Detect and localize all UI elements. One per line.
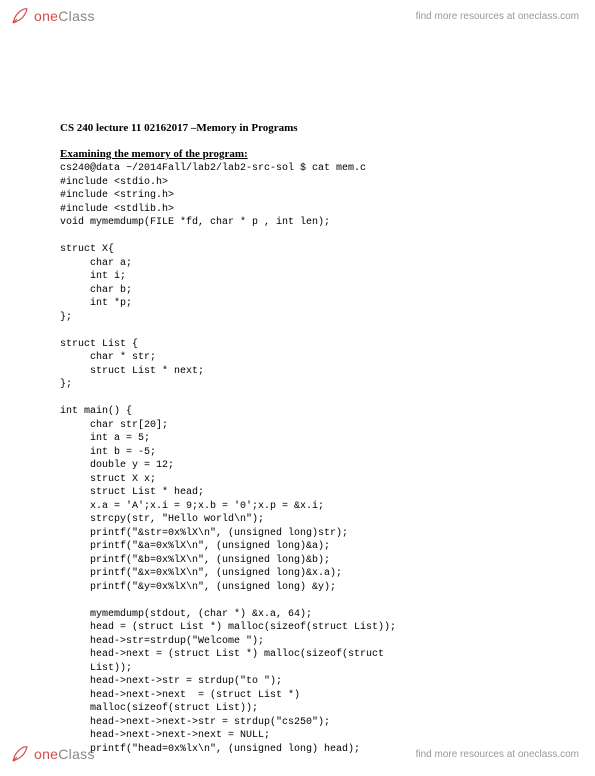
header-tagline-link[interactable]: find more resources at oneclass.com	[416, 11, 579, 22]
header: oneClass find more resources at oneclass…	[0, 0, 595, 32]
footer-tagline-link[interactable]: find more resources at oneclass.com	[416, 749, 579, 760]
doc-title: CS 240 lecture 11 02162017 –Memory in Pr…	[60, 122, 535, 134]
feather-icon	[10, 6, 30, 26]
logo-text-footer: oneClass	[34, 746, 95, 762]
doc-subheading: Examining the memory of the program:	[60, 148, 535, 160]
feather-icon	[10, 744, 30, 764]
logo-text: oneClass	[34, 8, 95, 24]
logo-footer: oneClass	[10, 744, 95, 764]
document-body: CS 240 lecture 11 02162017 –Memory in Pr…	[0, 32, 595, 776]
code-block: cs240@data ~/2014Fall/lab2/lab2-src-sol …	[60, 162, 535, 756]
logo: oneClass	[10, 6, 95, 26]
footer: oneClass find more resources at oneclass…	[0, 738, 595, 770]
